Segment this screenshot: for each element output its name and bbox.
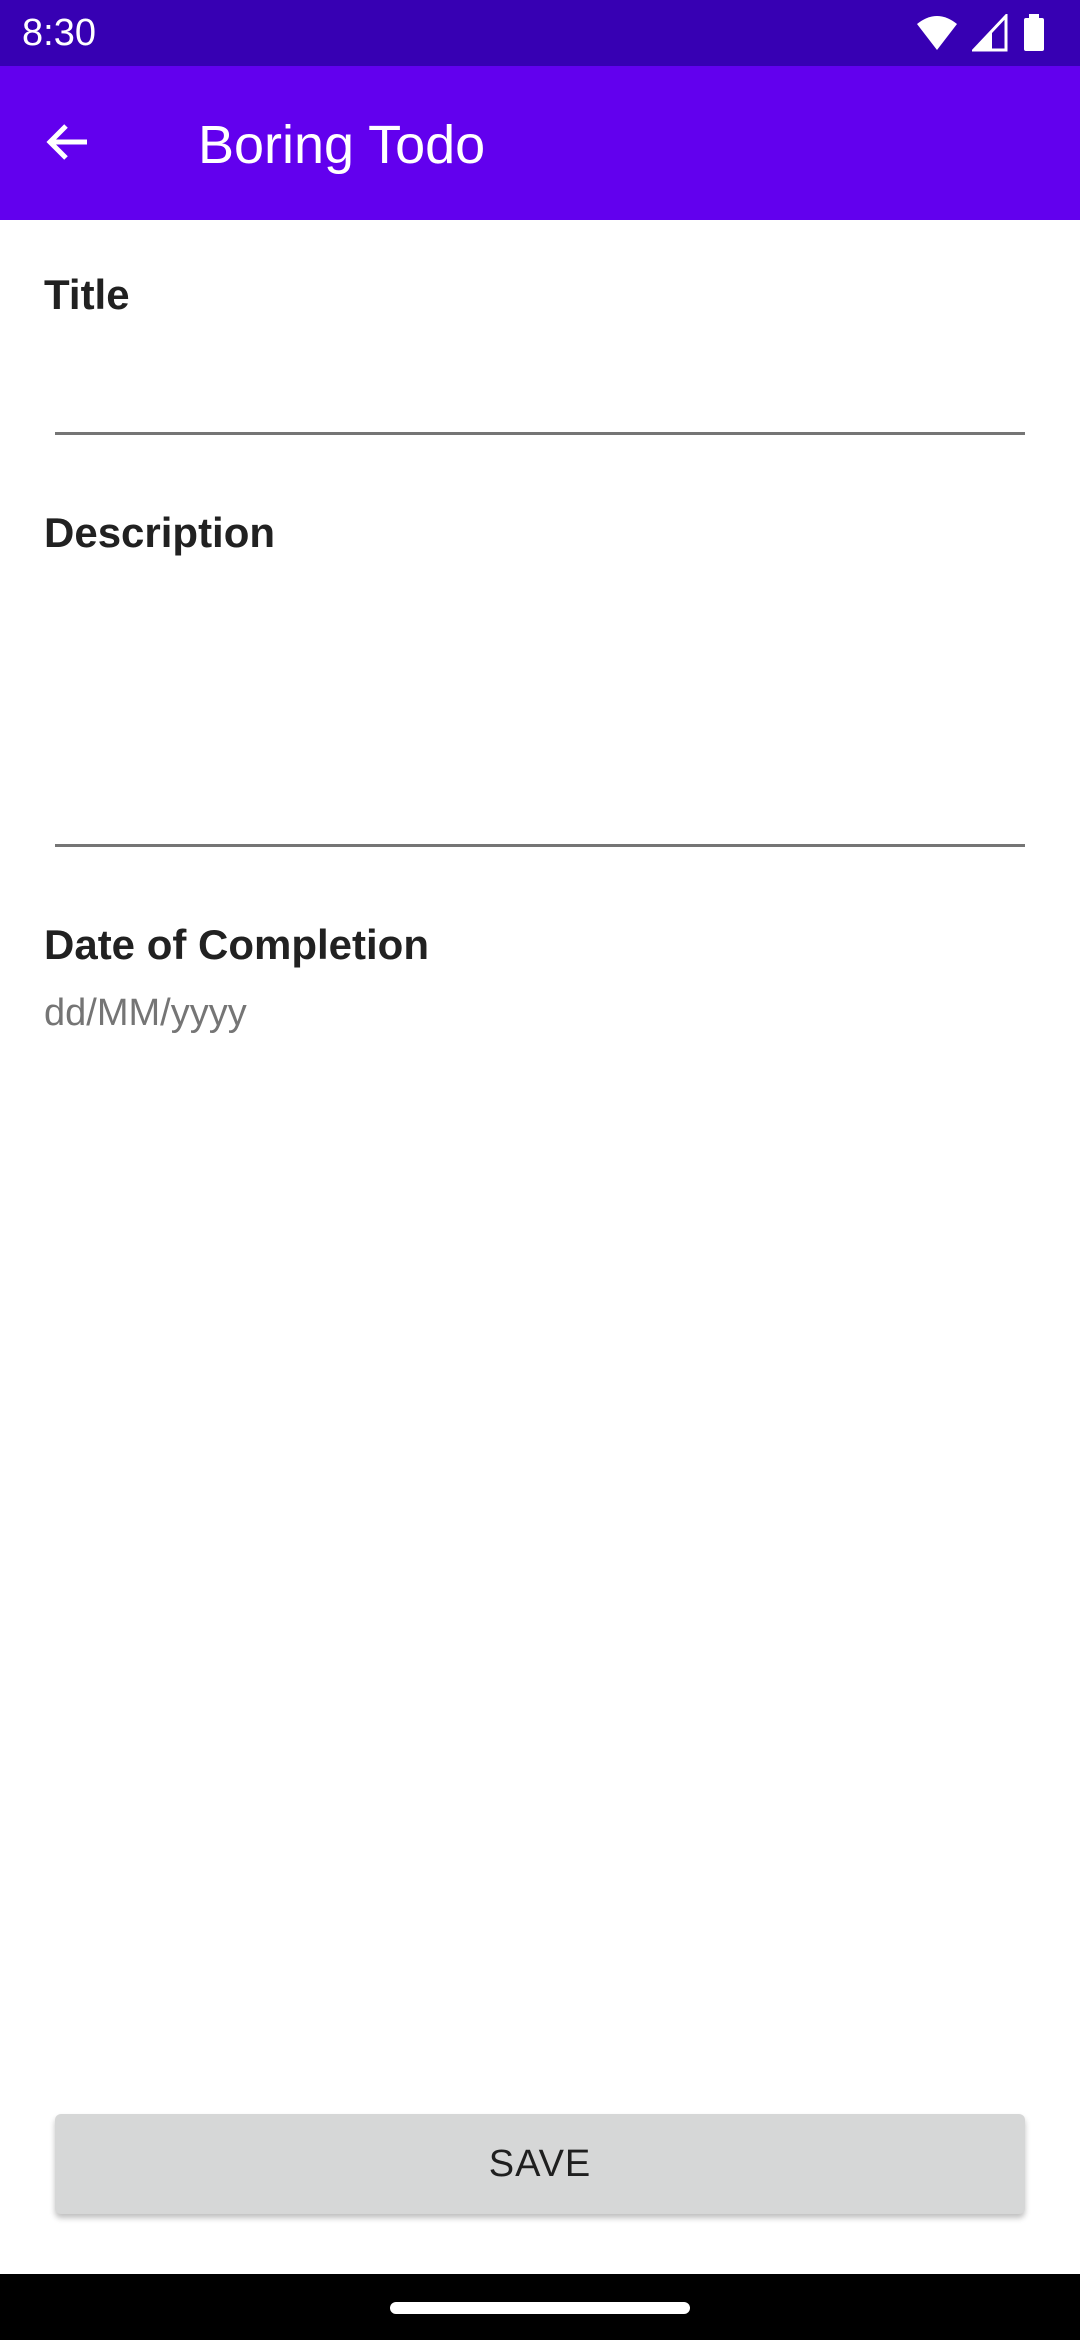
navigation-bar: [0, 2274, 1080, 2340]
status-time: 8:30: [22, 12, 96, 54]
title-input[interactable]: [55, 372, 1025, 435]
app-title: Boring Todo: [198, 115, 486, 175]
save-button[interactable]: SAVE: [55, 2114, 1025, 2214]
battery-icon: [1022, 14, 1046, 52]
todo-edit-screen: 8:30 Boring Todo Title Description Date …: [0, 0, 1080, 2340]
wifi-icon: [916, 14, 958, 52]
title-label: Title: [44, 271, 130, 318]
cellular-signal-icon: [970, 12, 1008, 52]
date-label: Date of Completion: [44, 921, 429, 968]
description-input[interactable]: [55, 590, 1025, 847]
date-picker-field[interactable]: dd/MM/yyyy: [44, 990, 247, 1036]
description-label: Description: [44, 509, 276, 556]
app-bar: Boring Todo: [0, 66, 1080, 220]
status-bar: 8:30: [0, 0, 1080, 66]
back-button[interactable]: [30, 106, 106, 182]
gesture-handle[interactable]: [390, 2302, 690, 2314]
status-icons: [916, 12, 1046, 52]
arrow-back-icon: [43, 117, 93, 172]
